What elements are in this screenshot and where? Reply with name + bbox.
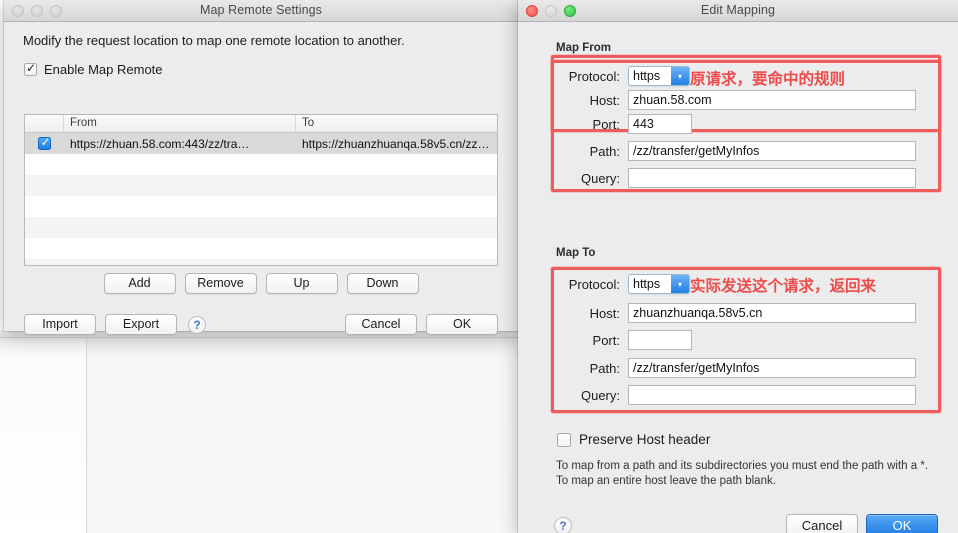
map-from-group-label: Map From	[556, 42, 611, 54]
map-to-highlight-frame	[551, 267, 941, 413]
cancel-button[interactable]: Cancel	[345, 314, 417, 335]
row-enabled-checkbox[interactable]	[38, 137, 51, 150]
table-row-empty[interactable]	[25, 217, 497, 238]
row-enabled-cell[interactable]	[25, 137, 64, 150]
edit-mapping-window: Edit Mapping Map From Protocol: https ▾ …	[518, 0, 958, 533]
enable-map-remote-checkbox[interactable]	[24, 61, 37, 76]
add-button[interactable]: Add	[103, 273, 176, 294]
screen: Map Remote Settings Modify the request l…	[0, 0, 958, 533]
up-button[interactable]: Up	[265, 273, 338, 294]
table-row-empty[interactable]	[25, 259, 497, 265]
help-icon[interactable]: ?	[188, 315, 206, 334]
row-from-cell: https://zhuan.58.com:443/zz/tra…	[70, 136, 250, 151]
list-action-buttons: Add Remove Up Down	[4, 273, 518, 294]
background-app-sidebar	[0, 338, 86, 533]
background-app-content-panel	[86, 338, 518, 533]
enable-map-remote-label: Enable Map Remote	[44, 62, 163, 77]
mapping-hint-text: To map from a path and its subdirectorie…	[556, 460, 929, 487]
map-from-highlight-frame	[551, 60, 941, 192]
left-window-title: Map Remote Settings	[199, 3, 323, 17]
mappings-table[interactable]: From To https://zhuan.58.com:443/zz/tra……	[24, 114, 498, 266]
import-button[interactable]: Import	[24, 314, 96, 335]
preserve-host-row[interactable]: Preserve Host header	[557, 432, 710, 447]
right-window-footer: ? Cancel OK	[518, 514, 958, 533]
column-header-from[interactable]: From	[64, 115, 296, 132]
right-window-titlebar: Edit Mapping	[518, 0, 958, 22]
left-window-footer: Import Export ? Cancel OK	[24, 314, 498, 335]
column-header-to[interactable]: To	[296, 115, 497, 132]
remove-button[interactable]: Remove	[184, 273, 257, 294]
enable-map-remote-row[interactable]: Enable Map Remote	[24, 61, 163, 77]
preserve-host-checkbox[interactable]	[557, 432, 571, 447]
ok-button[interactable]: OK	[426, 314, 498, 335]
map-remote-settings-window: Map Remote Settings Modify the request l…	[4, 0, 518, 335]
settings-description: Modify the request location to map one r…	[23, 33, 405, 48]
ok-button[interactable]: OK	[866, 514, 938, 533]
table-header-row: From To	[25, 115, 497, 133]
table-row-empty[interactable]	[25, 196, 497, 217]
table-row-empty[interactable]	[25, 154, 497, 175]
map-to-group-label: Map To	[556, 247, 596, 259]
export-button[interactable]: Export	[105, 314, 177, 335]
column-header-enabled[interactable]	[25, 115, 64, 132]
left-window-titlebar: Map Remote Settings	[4, 0, 518, 22]
down-button[interactable]: Down	[346, 273, 419, 294]
table-row-empty[interactable]	[25, 175, 497, 196]
row-to-cell: https://zhuanzhuanqa.58v5.cn/zz…	[302, 136, 490, 151]
cancel-button[interactable]: Cancel	[786, 514, 858, 533]
table-row[interactable]: https://zhuan.58.com:443/zz/tra… https:/…	[25, 133, 497, 154]
left-window-body: Modify the request location to map one r…	[4, 22, 518, 335]
table-row-empty[interactable]	[25, 238, 497, 259]
right-window-body: Map From Protocol: https ▾ 原请求，要命中的规则 Ho…	[518, 22, 958, 533]
help-icon[interactable]: ?	[554, 517, 572, 533]
preserve-host-label: Preserve Host header	[579, 432, 711, 447]
right-window-title: Edit Mapping	[700, 3, 776, 17]
